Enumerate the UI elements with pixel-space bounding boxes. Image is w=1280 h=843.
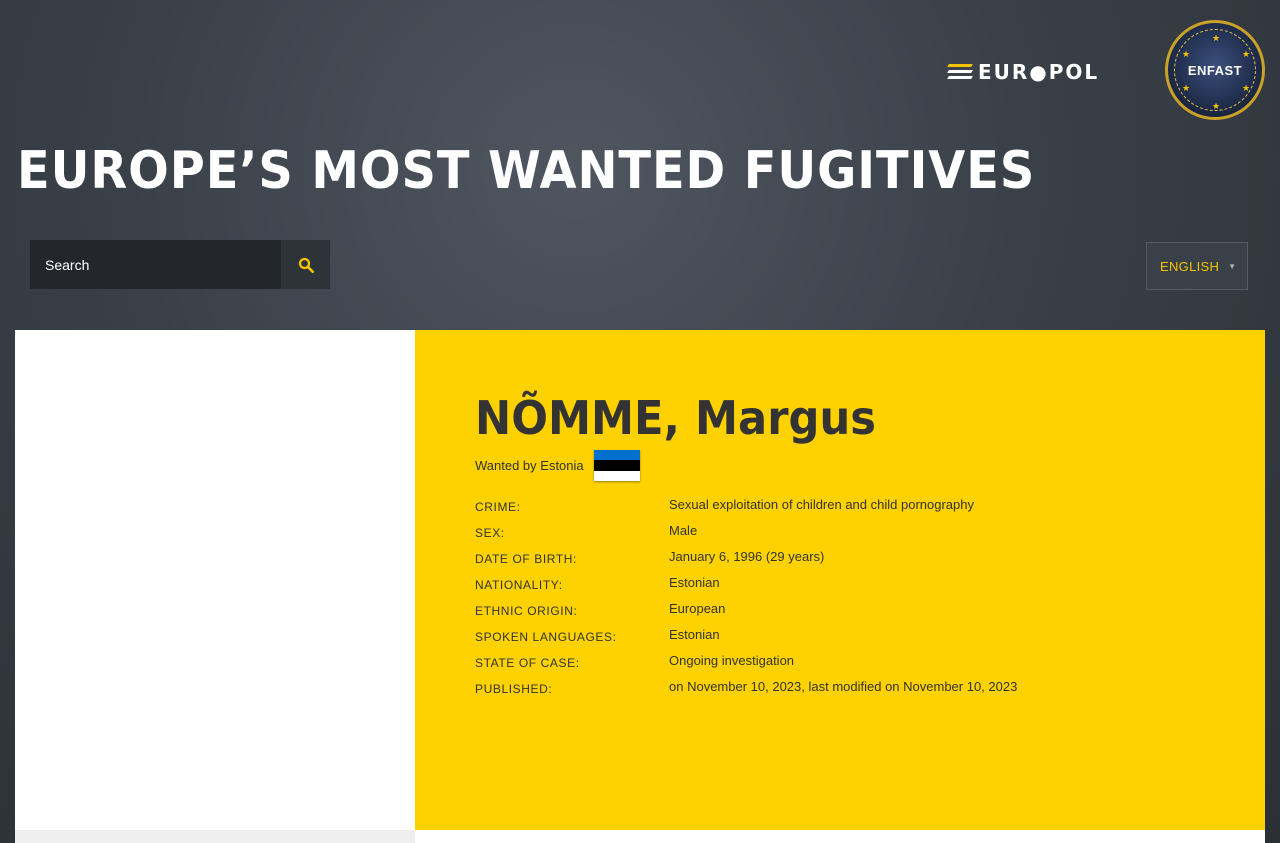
flag-stripe-white	[593, 470, 640, 481]
fugitive-card: NÕMME, Margus Wanted by Estonia CRIME: S…	[15, 330, 1265, 843]
detail-label: SPOKEN LANGUAGES:	[475, 630, 617, 644]
fugitive-photo	[15, 330, 415, 830]
detail-value: European	[669, 601, 726, 616]
europol-mark-icon	[947, 64, 973, 80]
photo-footer	[15, 830, 415, 843]
star-icon: ★	[1242, 83, 1251, 93]
detail-value: Male	[669, 523, 698, 538]
header: EUR●POL ★ ★ ★ ★ ★ ★ ENFAST EUROPE’S MOST…	[0, 0, 1280, 330]
detail-label: SEX:	[475, 526, 505, 540]
detail-value: on November 10, 2023, last modified on N…	[669, 679, 1018, 694]
language-select[interactable]: ENGLISH ▼	[1146, 242, 1248, 290]
europol-logo-text: EUR●POL	[978, 60, 1100, 84]
detail-row-ethnic-origin: ETHNIC ORIGIN: European	[475, 601, 1235, 627]
wanted-by-text: Wanted by Estonia	[475, 458, 584, 473]
detail-row-nationality: NATIONALITY: Estonian	[475, 575, 1235, 601]
search-icon	[298, 257, 314, 273]
page-title: EUROPE’S MOST WANTED FUGITIVES	[17, 141, 1036, 201]
detail-value: January 6, 1996 (29 years)	[669, 549, 825, 564]
detail-label: CRIME:	[475, 500, 521, 514]
fugitive-info-panel: NÕMME, Margus Wanted by Estonia CRIME: S…	[415, 330, 1265, 830]
search-box	[30, 240, 330, 289]
detail-label: STATE OF CASE:	[475, 656, 580, 670]
star-icon: ★	[1182, 49, 1191, 59]
enfast-badge-text: ENFAST	[1187, 62, 1243, 78]
detail-value: Estonian	[669, 575, 720, 590]
info-footer	[415, 830, 1265, 843]
flag-stripe-blue	[593, 450, 640, 461]
detail-row-crime: CRIME: Sexual exploitation of children a…	[475, 497, 1235, 523]
flag-stripe-black	[593, 460, 640, 471]
wanted-by: Wanted by Estonia	[475, 450, 640, 481]
star-icon: ★	[1212, 33, 1221, 43]
search-input[interactable]	[30, 240, 281, 289]
detail-label: ETHNIC ORIGIN:	[475, 604, 578, 618]
detail-row-published: PUBLISHED: on November 10, 2023, last mo…	[475, 679, 1235, 705]
star-icon: ★	[1242, 49, 1251, 59]
fugitive-details: CRIME: Sexual exploitation of children a…	[475, 497, 1235, 705]
enfast-badge[interactable]: ★ ★ ★ ★ ★ ★ ENFAST	[1165, 20, 1265, 120]
detail-label: PUBLISHED:	[475, 682, 553, 696]
detail-label: DATE OF BIRTH:	[475, 552, 577, 566]
detail-row-spoken-languages: SPOKEN LANGUAGES: Estonian	[475, 627, 1235, 653]
detail-label: NATIONALITY:	[475, 578, 563, 592]
star-icon: ★	[1182, 83, 1191, 93]
detail-value: Sexual exploitation of children and chil…	[669, 497, 974, 512]
europol-logo[interactable]: EUR●POL	[947, 60, 1124, 84]
chevron-down-icon: ▼	[1228, 262, 1236, 271]
detail-row-sex: SEX: Male	[475, 523, 1235, 549]
detail-value: Ongoing investigation	[669, 653, 795, 668]
fugitive-name: NÕMME, Margus	[475, 391, 877, 445]
search-button[interactable]	[281, 240, 330, 289]
detail-row-date-of-birth: DATE OF BIRTH: January 6, 1996 (29 years…	[475, 549, 1235, 575]
language-selected: ENGLISH	[1160, 258, 1220, 274]
detail-value: Estonian	[669, 627, 720, 642]
detail-row-state-of-case: STATE OF CASE: Ongoing investigation	[475, 653, 1235, 679]
estonia-flag-icon	[593, 450, 640, 481]
star-icon: ★	[1212, 101, 1221, 111]
